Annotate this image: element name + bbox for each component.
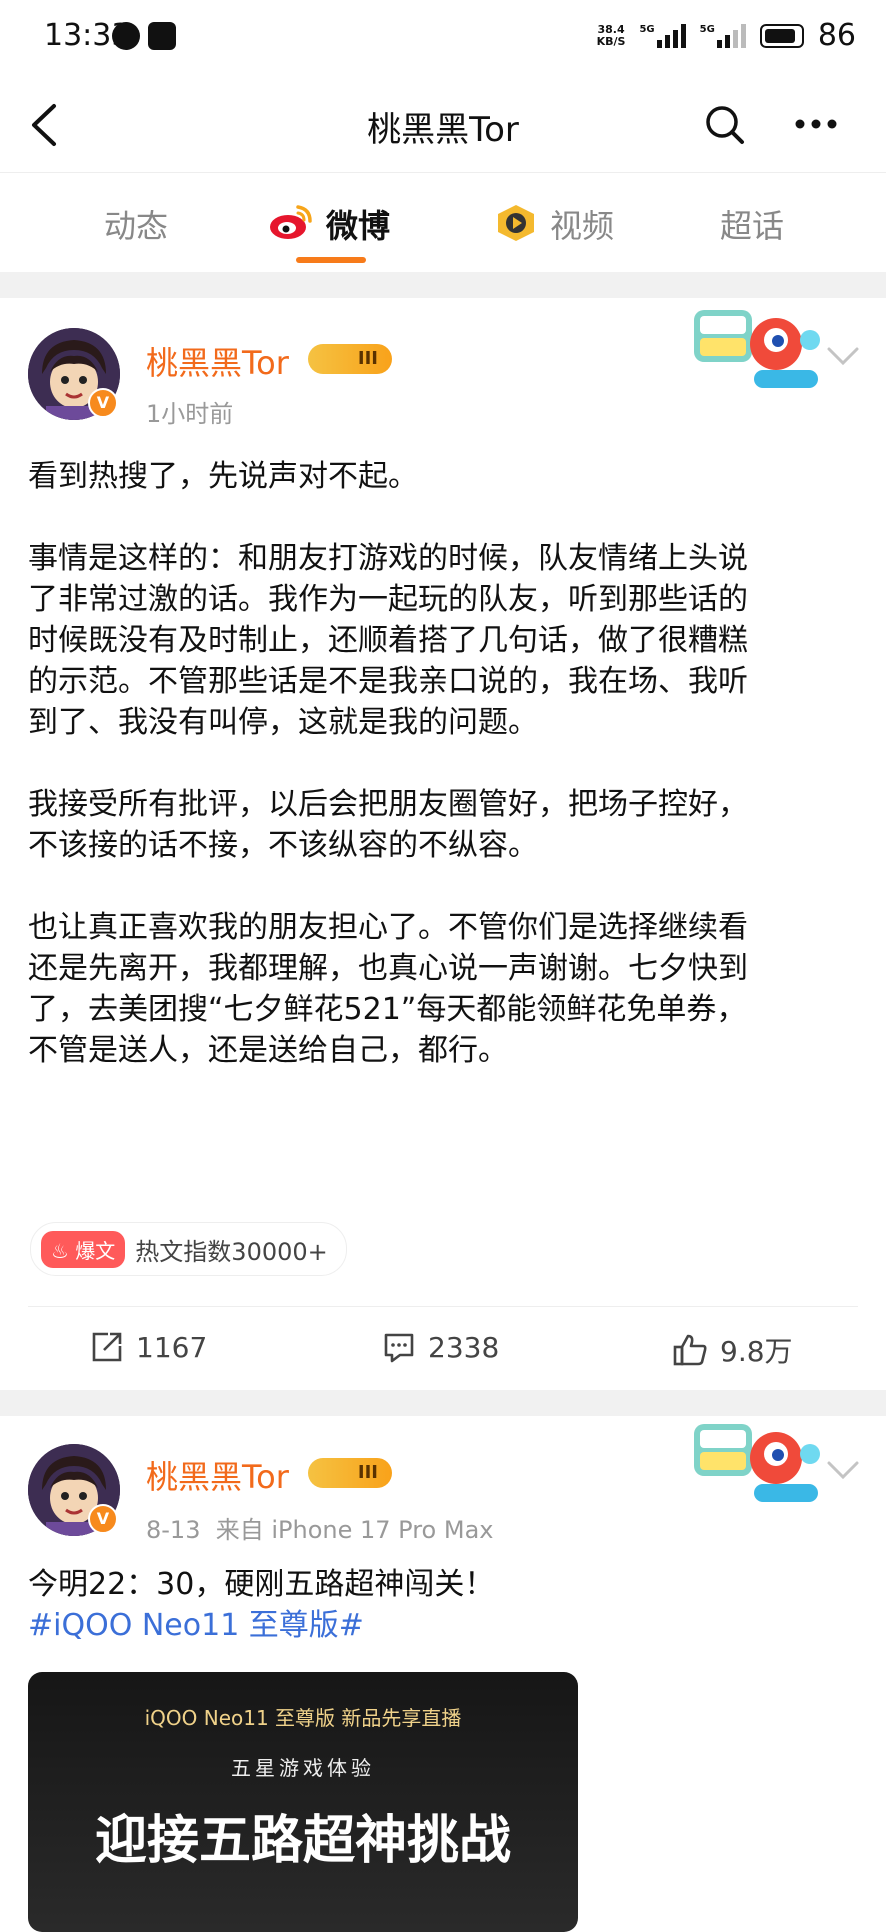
share-icon [92,1332,122,1362]
post-line: 的示范。不管那些话是不是我亲口说的，我在场、我听 [28,664,748,699]
tab-dongtai[interactable]: 动态 [104,201,168,247]
page-title: 桃黑黑Tor [367,110,519,150]
verified-badge-icon: V [88,1504,118,1534]
chevron-down-icon[interactable] [826,1460,860,1480]
post-time: 8-13 [146,1516,201,1544]
post-line: 到了、我没有叫停，这就是我的问题。 [28,705,538,740]
like-button[interactable]: 9.8万 [672,1330,793,1370]
divider [0,1390,886,1416]
post-line: 了非常过激的话。我作为一起玩的队友，听到那些话的 [28,582,748,617]
battery-level: 86 [817,18,856,53]
divider [0,272,886,298]
post-line: 不管是送人，还是送给自己，都行。 [28,1033,508,1068]
hot-index-text: 热文指数30000+ [135,1237,328,1266]
chevron-down-icon[interactable] [826,346,860,366]
like-icon [673,1334,707,1366]
hot-index-chip[interactable]: ♨ 爆文 热文指数30000+ [30,1222,347,1276]
post-line: 时候既没有及时制止，还顺着搭了几句话，做了很糟糕 [28,623,748,658]
status-right: 38.4 KB/S 5G 5G 86 [597,18,856,53]
post-text: 今明22：30，硬刚五路超神闯关！ [28,1567,495,1602]
repost-count: 1167 [136,1330,208,1364]
post-line: 我接受所有批评，以后会把朋友圈管好，把场子控好， [28,787,748,822]
post-username[interactable]: 桃黑黑Tor [146,338,289,384]
battery-icon [759,23,804,48]
post-line: 不该接的话不接，不该纵容的不纵容。 [28,828,538,863]
comment-button[interactable]: 2338 [382,1330,499,1364]
verified-badge-icon: V [88,388,118,418]
post-body: 今明22：30，硬刚五路超神闯关！ #iQOO Neo11 至尊版# [28,1564,858,1646]
net-speed: 38.4 KB/S [596,22,626,48]
signal-2-icon: 5G [700,23,746,48]
comment-icon [384,1333,414,1363]
promo-headline: 迎接五路超神挑战 [94,1811,511,1871]
weibo-icon [270,205,312,239]
member-crown-icon[interactable]: III [308,344,392,374]
tab-active-indicator [296,257,366,263]
profile-tabs: 动态 微博 视频 超话 [0,172,886,273]
post-source: 来自 iPhone 17 Pro Max [215,1516,494,1544]
post-line: 了，去美团搜“七夕鲜花521”每天都能领鲜花免单券， [28,992,747,1027]
post-line: 事情是这样的：和朋友打游戏的时候，队友情绪上头说 [28,541,748,576]
search-icon[interactable] [704,104,746,146]
national-day-sticker-icon[interactable] [692,1414,822,1510]
post-body: 看到热搜了，先说声对不起。 事情是这样的：和朋友打游戏的时候，队友情绪上头说 了… [28,456,858,1071]
post-meta: 8-13 来自 iPhone 17 Pro Max [146,1510,494,1545]
member-crown-icon[interactable]: III [308,1458,392,1488]
tab-weibo[interactable]: 微博 [326,201,390,247]
topic-link[interactable]: #iQOO Neo11 至尊版# [28,1605,858,1646]
repost-button[interactable]: 1167 [90,1330,207,1364]
promo-image[interactable]: iQOO Neo11 至尊版 新品先享直播 五星游戏体验 迎接五路超神挑战 [28,1672,578,1932]
divider [28,1306,858,1307]
promo-line: iQOO Neo11 至尊版 新品先享直播 [144,1706,462,1730]
app-notify-icon [112,22,140,50]
promo-line: 五星游戏体验 [231,1756,375,1780]
post-time: 1小时前 [146,400,234,428]
like-count: 9.8万 [720,1335,793,1368]
video-icon [498,205,534,241]
more-icon[interactable] [794,118,838,130]
tab-video[interactable]: 视频 [550,201,614,247]
comment-count: 2338 [428,1330,500,1364]
gallery-notify-icon [148,22,176,50]
top-nav: 桃黑黑Tor [0,78,886,172]
post-line: 还是先离开，我都理解，也真心说一声谢谢。七夕快到 [28,951,748,986]
post-line: 也让真正喜欢我的朋友担心了。不管你们是选择继续看 [28,910,748,945]
national-day-sticker-icon[interactable] [692,300,822,396]
status-bar: 13:33 38.4 KB/S 5G 5G 86 [0,0,886,76]
post-line: 看到热搜了，先说声对不起。 [28,459,418,494]
hot-tag: ♨ 爆文 [41,1230,126,1268]
signal-1-icon: 5G [639,23,686,48]
tab-chaohua[interactable]: 超话 [720,201,784,247]
post-username[interactable]: 桃黑黑Tor [146,1452,289,1498]
